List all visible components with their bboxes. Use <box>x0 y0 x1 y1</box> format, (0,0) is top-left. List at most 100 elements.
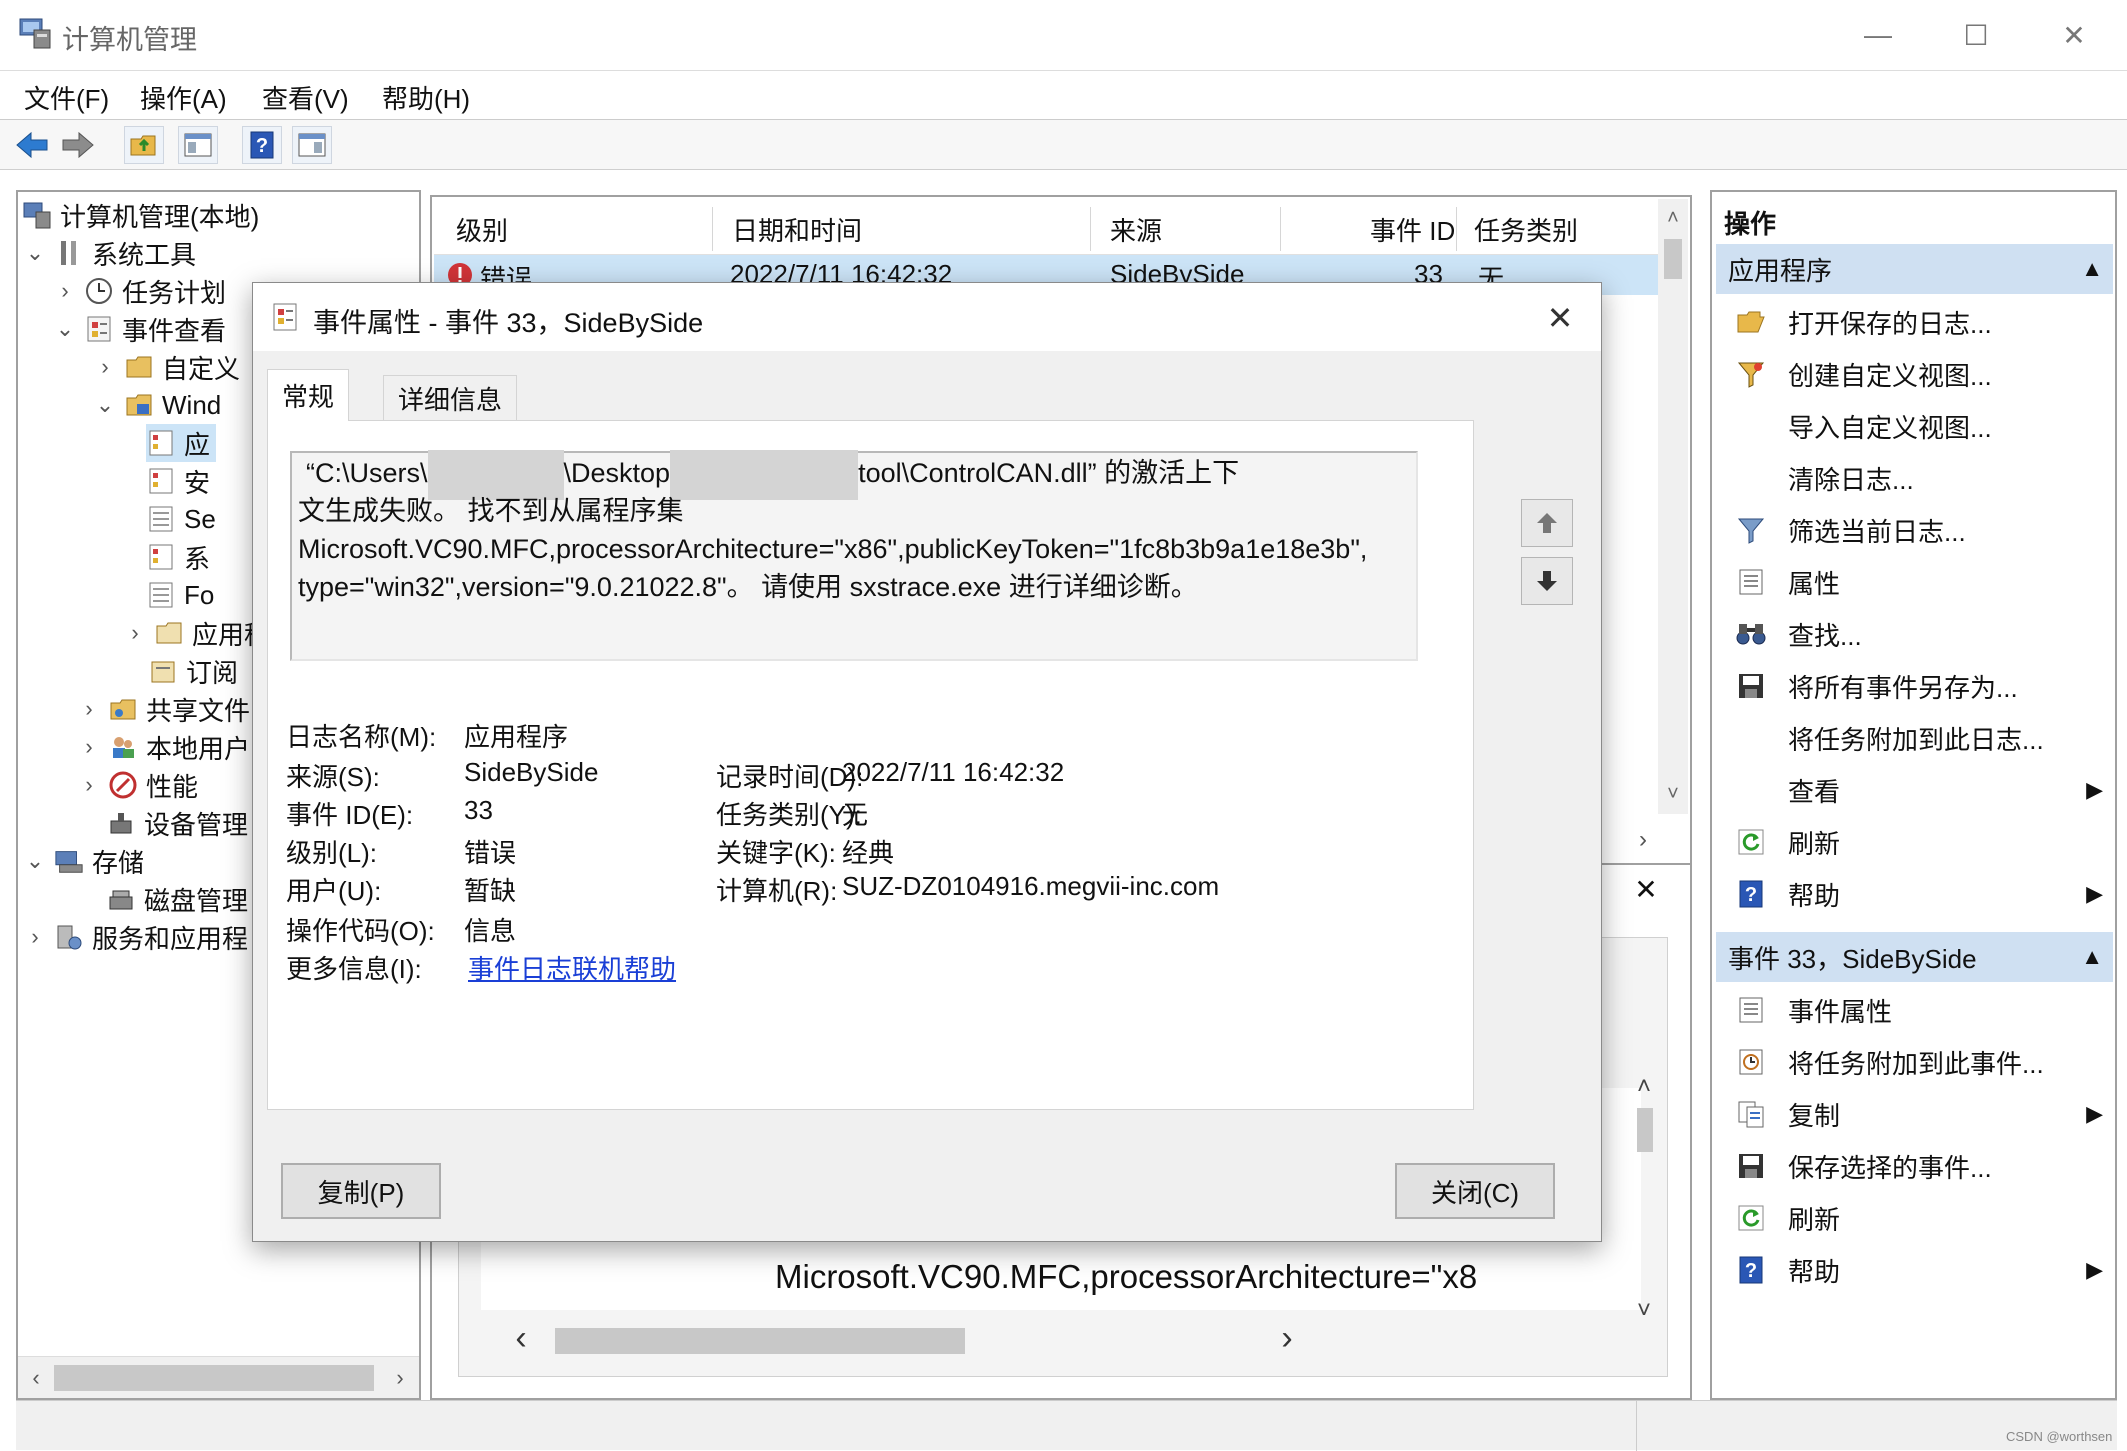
scroll-up-icon[interactable]: ˄ <box>1629 1072 1659 1102</box>
scroll-left-icon[interactable]: ‹ <box>22 1363 50 1393</box>
online-help-link[interactable]: 事件日志联机帮助 <box>468 949 676 986</box>
tree-item-local-users[interactable]: › 本地用户 <box>76 728 250 766</box>
action-save-all-events[interactable]: 将所有事件另存为... <box>1716 660 2113 712</box>
action-clear-log[interactable]: 清除日志... <box>1716 452 2113 504</box>
tree-item-application-log[interactable]: 应 <box>146 424 217 462</box>
opcode-value[interactable]: 信息 <box>464 911 516 948</box>
tree-item-security-log[interactable]: 安 <box>146 462 210 500</box>
computer-value[interactable]: SUZ-DZ0104916.megvii-inc.com <box>842 871 1219 902</box>
column-event-id[interactable]: 事件 ID <box>1370 211 1455 248</box>
scrollbar-thumb[interactable] <box>1664 239 1682 279</box>
event-id-value[interactable]: 33 <box>464 795 493 826</box>
action-create-custom-view[interactable]: 创建自定义视图... <box>1716 348 2113 400</box>
tree-item-services-apps[interactable]: › 服务和应用程 <box>22 918 248 956</box>
collapse-up-icon[interactable]: ▲ <box>2081 256 2103 282</box>
back-arrow-icon[interactable] <box>14 128 50 162</box>
expand-caret-icon[interactable]: › <box>76 772 102 798</box>
menu-view[interactable]: 查看(V) <box>262 79 349 116</box>
tree-item-system-log[interactable]: 系 <box>146 538 210 576</box>
expand-caret-icon[interactable]: › <box>76 734 102 760</box>
scrollbar-thumb[interactable] <box>54 1365 374 1391</box>
task-category-value[interactable]: 无 <box>842 795 868 832</box>
previous-event-button[interactable] <box>1521 499 1573 547</box>
scroll-right-icon[interactable]: › <box>386 1363 414 1393</box>
expand-caret-icon[interactable]: › <box>22 924 48 950</box>
tree-item-task-scheduler[interactable]: › 任务计划 <box>52 272 226 310</box>
keywords-value[interactable]: 经典 <box>842 833 894 870</box>
tree-item-device-manager[interactable]: 设备管理 <box>106 804 248 842</box>
logged-value[interactable]: 2022/7/11 16:42:32 <box>842 757 1064 788</box>
close-preview-icon[interactable]: ✕ <box>1628 871 1664 907</box>
action-event-properties[interactable]: 事件属性 <box>1716 984 2113 1036</box>
table-vertical-scrollbar[interactable]: ˄ ˅ <box>1658 199 1688 814</box>
action-attach-task-to-event[interactable]: 将任务附加到此事件... <box>1716 1036 2113 1088</box>
scrollbar-thumb[interactable] <box>555 1328 965 1354</box>
tree-horizontal-scrollbar[interactable]: ‹ › <box>18 1356 419 1398</box>
action-refresh-event[interactable]: 刷新 <box>1716 1192 2113 1244</box>
scroll-right-icon[interactable]: › <box>1271 1318 1303 1358</box>
expand-caret-icon[interactable]: ⌄ <box>92 392 118 418</box>
column-separator[interactable] <box>712 207 713 251</box>
collapse-up-icon[interactable]: ▲ <box>2081 944 2103 970</box>
tree-item-storage[interactable]: ⌄ 存储 <box>22 842 144 880</box>
up-folder-icon[interactable] <box>124 126 164 164</box>
column-task-category[interactable]: 任务类别 <box>1474 211 1578 248</box>
scroll-right-icon[interactable]: › <box>1628 825 1658 855</box>
action-open-saved-log[interactable]: 打开保存的日志... <box>1716 296 2113 348</box>
minimize-button[interactable]: — <box>1838 10 1918 60</box>
tree-item-system-tools[interactable]: ⌄ 系统工具 <box>22 234 196 272</box>
level-value[interactable]: 错误 <box>464 833 516 870</box>
action-filter-current-log[interactable]: 筛选当前日志... <box>1716 504 2113 556</box>
close-window-button[interactable]: ✕ <box>2034 10 2114 60</box>
close-button[interactable]: 关闭(C) <box>1395 1163 1555 1219</box>
show-hide-action-pane-icon[interactable] <box>292 126 332 164</box>
expand-caret-icon[interactable]: ⌄ <box>22 240 48 266</box>
tree-item-setup-log[interactable]: Se <box>146 500 216 538</box>
tree-item-performance[interactable]: › 性能 <box>76 766 198 804</box>
action-attach-task-to-log[interactable]: 将任务附加到此日志... <box>1716 712 2113 764</box>
tab-general[interactable]: 常规 <box>267 369 350 421</box>
maximize-button[interactable]: ☐ <box>1936 10 2016 60</box>
column-datetime[interactable]: 日期和时间 <box>732 211 862 248</box>
column-separator[interactable] <box>1090 207 1091 251</box>
expand-caret-icon[interactable]: ⌄ <box>52 316 78 342</box>
action-help-event[interactable]: ? 帮助 ▶ <box>1716 1244 2113 1296</box>
expand-caret-icon[interactable]: › <box>122 620 148 646</box>
user-value[interactable]: 暂缺 <box>464 871 516 908</box>
event-description-box[interactable]: “C:\Users\ \Desktop tool\ControlCAN.dll” 的… <box>290 449 1418 661</box>
scroll-left-icon[interactable]: ‹ <box>505 1318 537 1358</box>
actions-group-application[interactable]: 应用程序 ▲ <box>1716 244 2113 294</box>
action-help[interactable]: ? 帮助 ▶ <box>1716 868 2113 920</box>
action-refresh[interactable]: 刷新 <box>1716 816 2113 868</box>
tree-item-disk-management[interactable]: 磁盘管理 <box>106 880 248 918</box>
scroll-up-icon[interactable]: ˄ <box>1658 203 1688 233</box>
scroll-down-icon[interactable]: ˅ <box>1658 779 1688 809</box>
tab-details[interactable]: 详细信息 <box>383 375 518 421</box>
expand-caret-icon[interactable]: ⌄ <box>22 848 48 874</box>
dialog-close-icon[interactable]: ✕ <box>1535 293 1585 343</box>
actions-group-event[interactable]: 事件 33，SideBySide ▲ <box>1716 932 2113 982</box>
column-separator[interactable] <box>1456 207 1457 251</box>
expand-caret-icon[interactable]: › <box>76 696 102 722</box>
action-import-custom-view[interactable]: 导入自定义视图... <box>1716 400 2113 452</box>
expand-caret-icon[interactable]: › <box>52 278 78 304</box>
scrollbar-thumb[interactable] <box>1637 1108 1653 1152</box>
action-copy[interactable]: 复制 ▶ <box>1716 1088 2113 1140</box>
tree-item-forwarded-events[interactable]: Fo <box>146 576 214 614</box>
expand-caret-icon[interactable]: › <box>92 354 118 380</box>
help-icon[interactable]: ? <box>242 126 282 164</box>
source-value[interactable]: SideBySide <box>464 757 598 788</box>
log-name-value[interactable]: 应用程序 <box>464 717 568 754</box>
scroll-down-icon[interactable]: ˅ <box>1629 1296 1659 1326</box>
action-find[interactable]: 查找... <box>1716 608 2113 660</box>
tree-item-applications-services[interactable]: › 应用程 <box>122 614 270 652</box>
tree-item-windows-logs[interactable]: ⌄ Wind <box>92 386 221 424</box>
tree-item-event-viewer[interactable]: ⌄ 事件查看 <box>52 310 226 348</box>
show-hide-tree-icon[interactable] <box>178 126 218 164</box>
tree-item-custom-views[interactable]: › 自定义 <box>92 348 240 386</box>
next-event-button[interactable] <box>1521 557 1573 605</box>
copy-button[interactable]: 复制(P) <box>281 1163 441 1219</box>
tree-item-subscriptions[interactable]: 订阅 <box>148 652 238 690</box>
tree-item-shared-folders[interactable]: › 共享文件 <box>76 690 250 728</box>
column-separator[interactable] <box>1280 207 1281 251</box>
